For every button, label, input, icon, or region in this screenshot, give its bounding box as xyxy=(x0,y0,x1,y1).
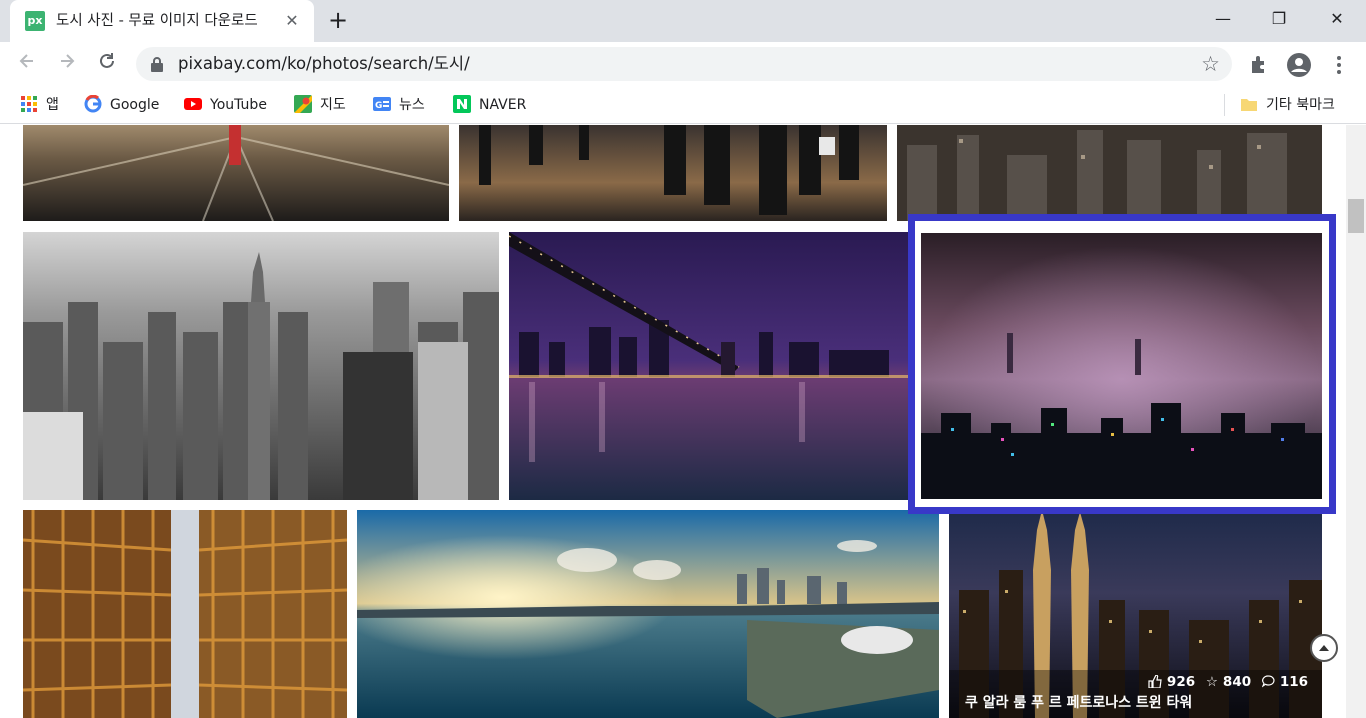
bookmark-google[interactable]: Google xyxy=(84,95,159,115)
reload-icon xyxy=(100,53,114,68)
youtube-icon xyxy=(184,98,202,110)
photo-caption[interactable]: 쿠 알라 룸 푸 르 페트로나스 트윈 타워 xyxy=(965,692,1192,712)
photo-stats: 926 ☆ 840 116 xyxy=(1148,674,1308,690)
profile-avatar-icon[interactable] xyxy=(1286,52,1312,78)
reload-button[interactable] xyxy=(94,51,120,77)
photo-petronas-towers[interactable]: 926 ☆ 840 116 쿠 알라 룸 푸 르 페트로나스 트윈 타워 xyxy=(949,510,1322,718)
star-icon[interactable]: ☆ xyxy=(1206,674,1218,690)
svg-text:G: G xyxy=(375,101,382,111)
scroll-to-top-button[interactable] xyxy=(1310,634,1338,662)
bookmark-label: Google xyxy=(110,97,160,113)
comment-bubble-icon[interactable] xyxy=(1261,675,1275,688)
bookmark-label: 지도 xyxy=(320,97,346,113)
back-button[interactable] xyxy=(14,51,40,77)
photo-miami-bay-sunset[interactable] xyxy=(357,510,939,718)
news-icon: G xyxy=(373,97,391,111)
bookmark-naver[interactable]: NAVER xyxy=(453,95,526,115)
arrow-right-icon xyxy=(61,54,75,68)
menu-kebab-icon[interactable] xyxy=(1326,52,1352,78)
other-bookmarks-folder[interactable]: 기타 북마크 xyxy=(1240,95,1335,115)
pixabay-favicon-icon: px xyxy=(25,11,45,31)
window-close-button[interactable]: ✕ xyxy=(1322,6,1352,32)
likes-count: 926 xyxy=(1166,674,1196,690)
url-text[interactable]: pixabay.com/ko/photos/search/도시/ xyxy=(178,54,470,74)
extensions-puzzle-icon[interactable] xyxy=(1246,52,1272,78)
bookmark-label: NAVER xyxy=(479,97,527,113)
google-icon xyxy=(84,95,102,113)
maps-icon xyxy=(294,95,312,113)
forward-button[interactable] xyxy=(54,51,80,77)
photo-image xyxy=(23,125,449,221)
tab-title: 도시 사진 - 무료 이미지 다운로드 xyxy=(56,13,258,29)
apps-grid-icon xyxy=(21,96,37,112)
browser-tab[interactable]: px 도시 사진 - 무료 이미지 다운로드 ✕ xyxy=(10,0,314,42)
bookmark-youtube[interactable]: YouTube xyxy=(184,95,267,115)
bookmarks-separator xyxy=(1224,94,1225,116)
tab-close-icon[interactable]: ✕ xyxy=(282,11,302,31)
photo-glass-buildings-upward[interactable] xyxy=(23,510,347,718)
comments-count: 116 xyxy=(1279,674,1308,690)
bookmark-label: YouTube xyxy=(210,97,267,113)
address-bar[interactable]: pixabay.com/ko/photos/search/도시/ ☆ xyxy=(136,47,1232,81)
bookmark-star-icon[interactable]: ☆ xyxy=(1201,52,1220,76)
thumbs-up-icon[interactable] xyxy=(1148,674,1162,689)
folder-icon xyxy=(1241,99,1257,111)
arrow-up-icon xyxy=(1319,645,1329,651)
bookmarks-bar: 앱 Google YouTube 지도 G 뉴스 NAVER 기타 북마크 xyxy=(0,86,1366,124)
photo-image xyxy=(357,510,939,718)
naver-icon xyxy=(453,95,471,113)
selected-photo-highlight xyxy=(908,214,1336,514)
bookmark-apps[interactable]: 앱 xyxy=(20,95,59,115)
photo-image xyxy=(509,232,909,500)
minimize-button[interactable]: — xyxy=(1208,6,1238,32)
bookmark-label: 뉴스 xyxy=(399,97,425,113)
arrow-left-icon xyxy=(19,54,33,68)
photo-image xyxy=(23,232,499,500)
bookmark-label: 기타 북마크 xyxy=(1266,97,1335,113)
favorites-count: 840 xyxy=(1222,674,1252,690)
scrollbar-thumb[interactable] xyxy=(1348,199,1364,233)
new-tab-button[interactable]: + xyxy=(326,8,350,32)
tab-strip: px 도시 사진 - 무료 이미지 다운로드 ✕ + — ❐ ✕ xyxy=(0,0,1366,42)
bookmark-label: 앱 xyxy=(46,97,59,113)
photo-image xyxy=(23,510,347,718)
lock-icon[interactable] xyxy=(150,56,164,72)
bookmark-news[interactable]: G 뉴스 xyxy=(373,95,425,115)
maximize-button[interactable]: ❐ xyxy=(1264,6,1294,32)
bookmark-maps[interactable]: 지도 xyxy=(294,95,346,115)
photo-nyc-bw[interactable] xyxy=(23,232,499,500)
photo-image xyxy=(897,125,1322,221)
browser-toolbar: pixabay.com/ko/photos/search/도시/ ☆ xyxy=(0,42,1366,86)
photo-image xyxy=(459,125,887,221)
photo-skyline-dusk[interactable] xyxy=(897,125,1322,221)
photo-brooklyn-bridge-night[interactable] xyxy=(509,232,909,500)
photo-road-runner[interactable] xyxy=(23,125,449,221)
photo-crowd-street[interactable] xyxy=(459,125,887,221)
